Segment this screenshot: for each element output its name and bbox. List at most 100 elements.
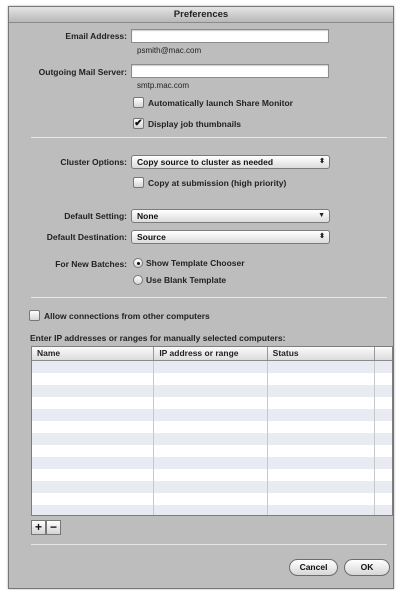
cluster-label: Cluster Options: bbox=[60, 157, 127, 167]
table-cell bbox=[268, 445, 376, 457]
column-header-name[interactable]: Name bbox=[32, 347, 155, 360]
table-cell bbox=[32, 481, 155, 493]
table-cell bbox=[268, 457, 376, 469]
thumbnails-label: Display job thumbnails bbox=[148, 118, 242, 129]
radio-use-blank-template[interactable]: Use Blank Template bbox=[133, 275, 226, 285]
table-cell bbox=[268, 409, 376, 421]
table-row[interactable] bbox=[32, 385, 392, 397]
table-row[interactable] bbox=[32, 421, 392, 433]
updown-arrow-icon: ⬍ bbox=[319, 233, 325, 240]
allow-connections-checkbox[interactable]: Allow connections from other computers bbox=[29, 310, 210, 321]
table-cell bbox=[375, 409, 392, 421]
table-cell bbox=[375, 505, 392, 515]
table-row[interactable] bbox=[32, 373, 392, 385]
table-cell bbox=[375, 445, 392, 457]
table-row[interactable] bbox=[32, 469, 392, 481]
table-cell bbox=[32, 409, 155, 421]
table-row[interactable] bbox=[32, 493, 392, 505]
checkbox-box[interactable] bbox=[133, 177, 144, 188]
table-row[interactable] bbox=[32, 433, 392, 445]
table-cell bbox=[154, 505, 268, 515]
table-cell bbox=[375, 421, 392, 433]
table-row[interactable] bbox=[32, 397, 392, 409]
column-header-extra bbox=[375, 347, 392, 360]
default-destination-popup[interactable]: Source ⬍ bbox=[131, 230, 330, 244]
add-button[interactable]: + bbox=[31, 520, 46, 535]
table-cell bbox=[154, 481, 268, 493]
email-field[interactable] bbox=[131, 29, 329, 43]
auto-launch-label: Automatically launch Share Monitor bbox=[148, 97, 293, 108]
mail-server-label: Outgoing Mail Server: bbox=[38, 67, 127, 77]
table-body bbox=[32, 361, 392, 515]
default-setting-popup[interactable]: None ▼ bbox=[131, 209, 330, 223]
table-cell bbox=[32, 433, 155, 445]
table-cell bbox=[154, 385, 268, 397]
table-row[interactable] bbox=[32, 361, 392, 373]
chevron-down-icon: ▼ bbox=[318, 212, 325, 219]
table-cell bbox=[268, 433, 376, 445]
table-cell bbox=[32, 493, 155, 505]
checkbox-box[interactable] bbox=[133, 97, 144, 108]
computers-table[interactable]: Name IP address or range Status bbox=[31, 346, 393, 516]
table-cell bbox=[32, 445, 155, 457]
ip-section-label: Enter IP addresses or ranges for manuall… bbox=[30, 333, 286, 343]
default-destination-selected: Source bbox=[137, 232, 166, 242]
table-cell bbox=[32, 469, 155, 481]
table-cell bbox=[32, 457, 155, 469]
email-label: Email Address: bbox=[65, 31, 127, 41]
copy-submission-checkbox[interactable]: Copy at submission (high priority) bbox=[133, 177, 286, 188]
table-cell bbox=[268, 505, 376, 515]
table-cell bbox=[268, 385, 376, 397]
radio-unselected-icon[interactable] bbox=[133, 275, 143, 285]
divider-2 bbox=[31, 297, 387, 298]
table-cell bbox=[268, 493, 376, 505]
table-cell bbox=[154, 421, 268, 433]
radio-selected-icon[interactable] bbox=[133, 258, 143, 268]
table-row[interactable] bbox=[32, 457, 392, 469]
radio-show-template-chooser[interactable]: Show Template Chooser bbox=[133, 258, 245, 268]
table-cell bbox=[375, 361, 392, 373]
checkmark-icon[interactable]: ✔ bbox=[133, 118, 144, 129]
default-setting-selected: None bbox=[137, 211, 159, 221]
window-title: Preferences bbox=[9, 7, 393, 23]
table-cell bbox=[375, 397, 392, 409]
table-cell bbox=[32, 385, 155, 397]
table-cell bbox=[268, 373, 376, 385]
cancel-button[interactable]: Cancel bbox=[289, 559, 338, 576]
column-header-ip[interactable]: IP address or range bbox=[154, 347, 268, 360]
auto-launch-checkbox[interactable]: Automatically launch Share Monitor bbox=[133, 97, 293, 108]
table-row[interactable] bbox=[32, 505, 392, 515]
table-cell bbox=[32, 361, 155, 373]
table-cell bbox=[268, 361, 376, 373]
table-row[interactable] bbox=[32, 409, 392, 421]
default-destination-label: Default Destination: bbox=[46, 232, 127, 242]
cluster-popup[interactable]: Copy source to cluster as needed ⬍ bbox=[131, 155, 330, 169]
table-cell bbox=[32, 421, 155, 433]
table-cell bbox=[154, 397, 268, 409]
table-cell bbox=[32, 505, 155, 515]
table-cell bbox=[375, 433, 392, 445]
table-cell bbox=[154, 373, 268, 385]
table-cell bbox=[32, 373, 155, 385]
table-row[interactable] bbox=[32, 445, 392, 457]
table-cell bbox=[154, 469, 268, 481]
table-row[interactable] bbox=[32, 481, 392, 493]
table-cell bbox=[268, 421, 376, 433]
column-header-status[interactable]: Status bbox=[268, 347, 376, 360]
mail-server-field[interactable] bbox=[131, 64, 329, 78]
table-cell bbox=[154, 433, 268, 445]
preferences-window: Preferences Email Address: psmith@mac.co… bbox=[8, 6, 394, 589]
table-header: Name IP address or range Status bbox=[32, 347, 392, 361]
table-cell bbox=[32, 397, 155, 409]
remove-button[interactable]: − bbox=[46, 520, 61, 535]
table-cell bbox=[154, 409, 268, 421]
ok-button[interactable]: OK bbox=[344, 559, 390, 576]
table-cell bbox=[154, 445, 268, 457]
new-batches-label: For New Batches: bbox=[55, 259, 127, 269]
table-cell bbox=[375, 385, 392, 397]
radio-label: Show Template Chooser bbox=[146, 258, 245, 268]
email-hint: psmith@mac.com bbox=[137, 46, 202, 55]
checkbox-box[interactable] bbox=[29, 310, 40, 321]
thumbnails-checkbox[interactable]: ✔ Display job thumbnails bbox=[133, 118, 241, 129]
radio-label: Use Blank Template bbox=[146, 275, 227, 285]
